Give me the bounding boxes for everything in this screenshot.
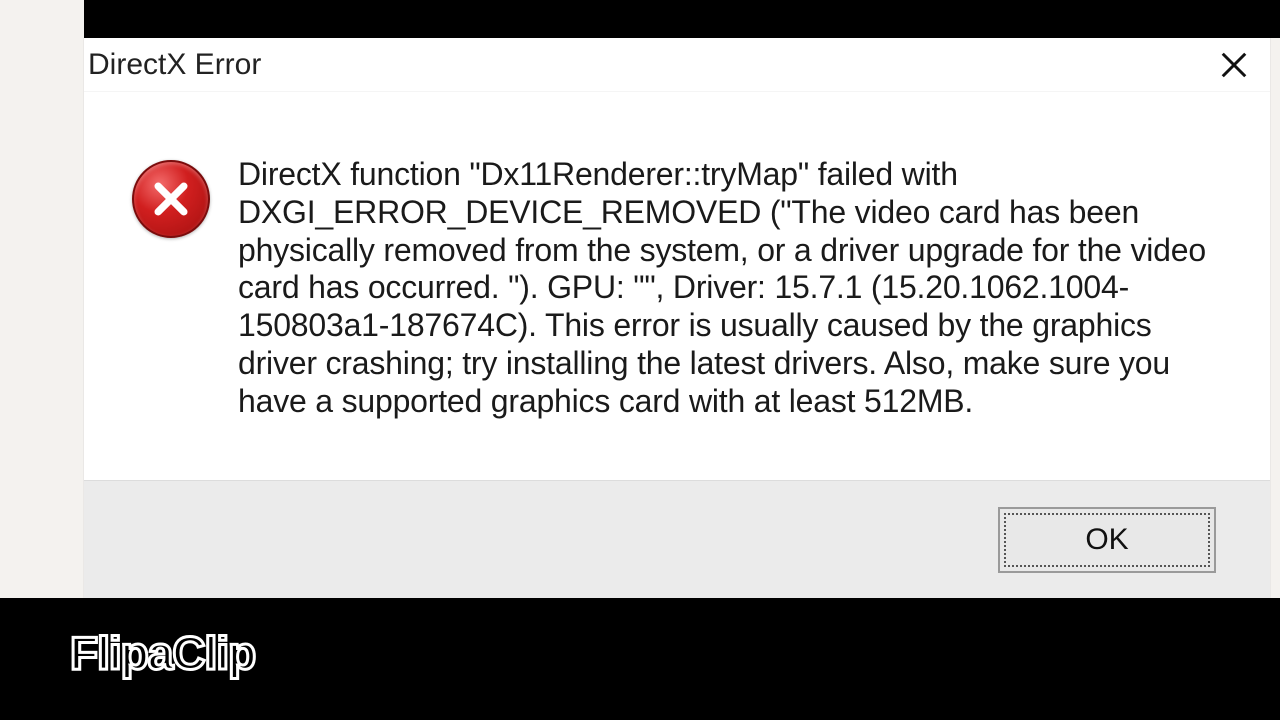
dialog-body: DirectX function "Dx11Renderer::tryMap" …: [84, 92, 1270, 480]
letterbox-bottom: [0, 598, 1280, 720]
stage: DirectX Error DirectX function "Dx11Rend…: [0, 0, 1280, 720]
error-message: DirectX function "Dx11Renderer::tryMap" …: [238, 156, 1210, 450]
error-dialog: DirectX Error DirectX function "Dx11Rend…: [84, 38, 1270, 598]
dialog-footer: OK: [84, 480, 1270, 598]
close-button[interactable]: [1212, 43, 1256, 87]
error-icon: [132, 160, 210, 238]
title-bar: DirectX Error: [84, 38, 1270, 92]
close-icon: [1219, 50, 1249, 80]
ok-button[interactable]: OK: [998, 507, 1216, 573]
letterbox-top: [84, 0, 1280, 38]
dialog-title: DirectX Error: [88, 48, 261, 82]
